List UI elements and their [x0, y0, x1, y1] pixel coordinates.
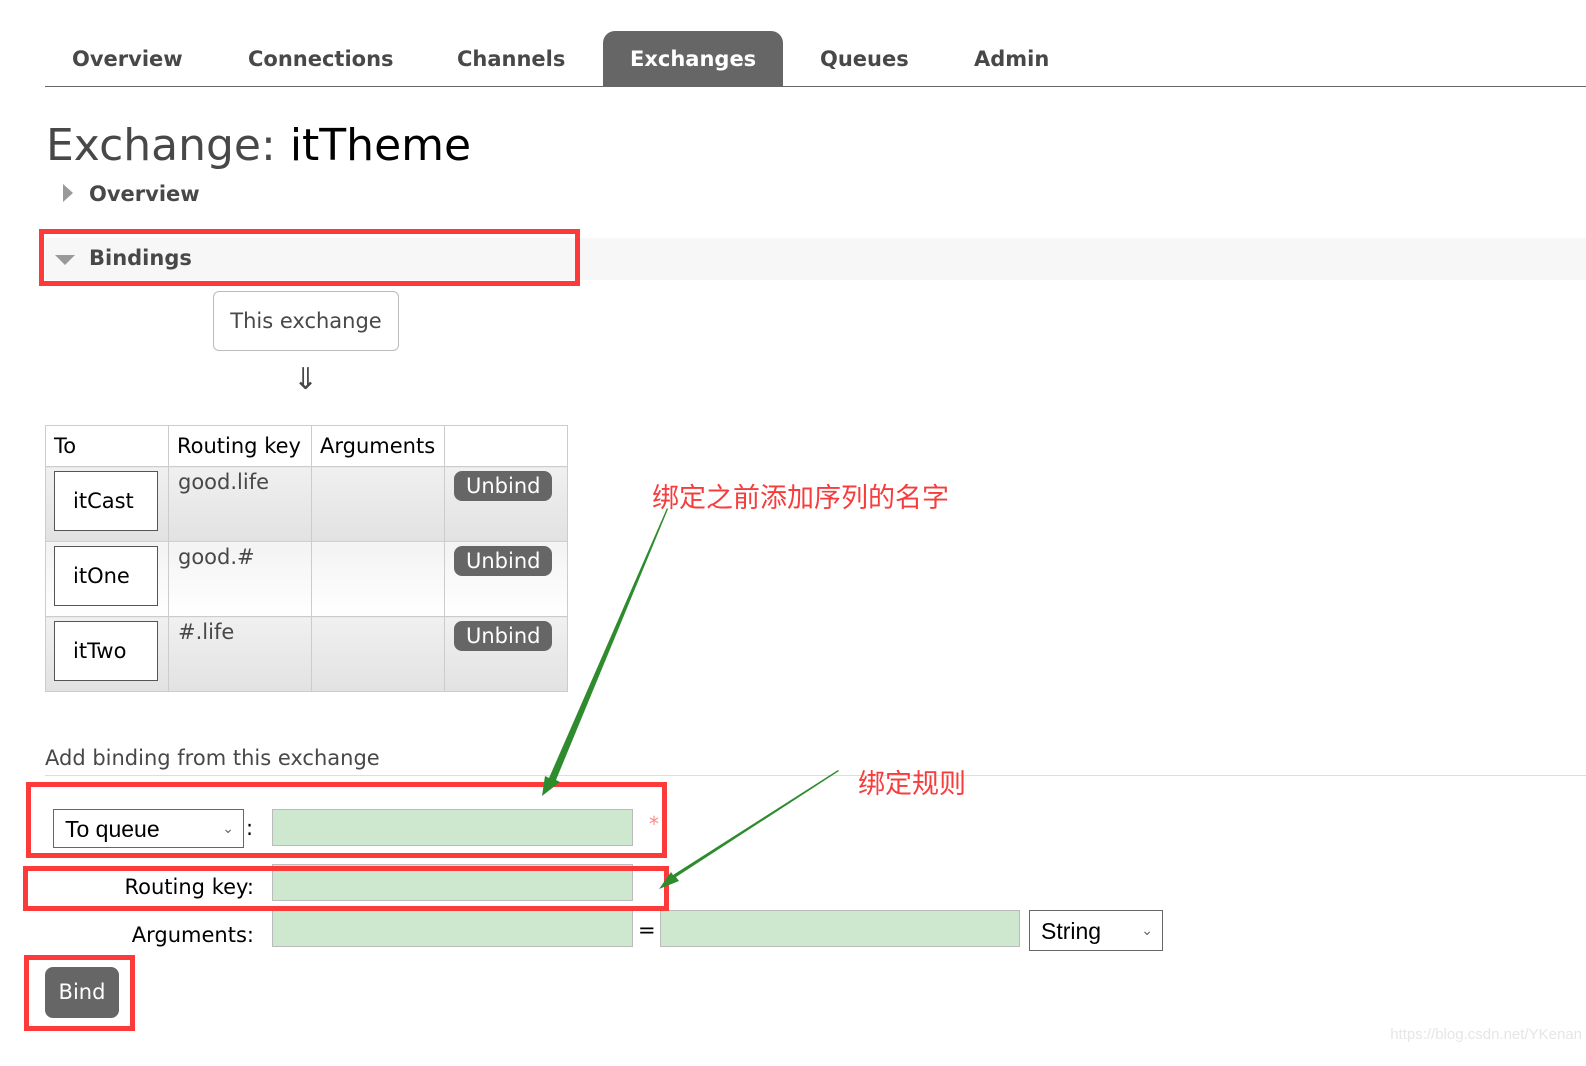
- cell-routing-key: good.life: [168, 466, 312, 542]
- table-row: itTwo #.life Unbind: [45, 616, 568, 692]
- cell-actions: Unbind: [444, 541, 568, 617]
- overview-section-label: Overview: [89, 182, 200, 206]
- cell-routing-key: #.life: [168, 616, 312, 692]
- routing-key-input[interactable]: [272, 864, 633, 901]
- chevron-down-icon: ⌄: [222, 820, 234, 836]
- tab-channels[interactable]: Channels: [430, 31, 592, 86]
- col-header-arguments: Arguments: [311, 425, 445, 467]
- argument-type-select[interactable]: String ⌄: [1029, 910, 1163, 951]
- unbind-button[interactable]: Unbind: [454, 621, 553, 651]
- bindings-table: To Routing key Arguments itCast good.lif…: [45, 425, 568, 692]
- destination-type-value: To queue: [65, 816, 160, 842]
- queue-link[interactable]: itOne: [54, 546, 158, 606]
- routing-key-value: #.life: [178, 620, 235, 644]
- top-nav: Overview Connections Channels Exchanges …: [45, 31, 1586, 87]
- routing-key-label: Routing key:: [124, 875, 255, 899]
- table-row: itOne good.# Unbind: [45, 541, 568, 617]
- unbind-button[interactable]: Unbind: [454, 471, 553, 501]
- col-header-to: To: [45, 425, 169, 467]
- annotation-note-queue-name: 绑定之前添加序列的名字: [652, 483, 949, 514]
- cell-to: itOne: [45, 541, 169, 617]
- col-header-actions: [444, 425, 568, 467]
- tab-queues[interactable]: Queues: [793, 31, 936, 86]
- equals-sign: =: [638, 918, 656, 942]
- cell-to: itCast: [45, 466, 169, 542]
- cell-routing-key: good.#: [168, 541, 312, 617]
- bind-button[interactable]: Bind: [45, 967, 119, 1018]
- cell-arguments: [311, 616, 445, 692]
- bindings-section-label: Bindings: [89, 246, 192, 270]
- argument-value-input[interactable]: [660, 910, 1020, 947]
- queue-link[interactable]: itTwo: [54, 621, 158, 681]
- cell-to: itTwo: [45, 616, 169, 692]
- annotation-note-routing-rule: 绑定规则: [858, 769, 966, 800]
- exchange-name: itTheme: [289, 120, 472, 171]
- routing-key-value: good.life: [178, 470, 270, 494]
- tab-admin[interactable]: Admin: [947, 31, 1076, 86]
- page-title-prefix: Exchange:: [46, 120, 276, 171]
- col-header-routing-key: Routing key: [168, 425, 312, 467]
- tab-exchanges[interactable]: Exchanges: [603, 31, 784, 86]
- destination-colon: :: [246, 816, 254, 840]
- tab-overview[interactable]: Overview: [45, 31, 210, 86]
- bindings-section-toggle[interactable]: Bindings: [45, 244, 545, 274]
- cell-actions: Unbind: [444, 616, 568, 692]
- argument-type-value: String: [1041, 918, 1102, 944]
- required-marker: *: [649, 812, 659, 836]
- cell-arguments: [311, 466, 445, 542]
- add-binding-divider: [45, 775, 1586, 776]
- routing-key-value: good.#: [178, 545, 255, 569]
- add-binding-title: Add binding from this exchange: [45, 746, 380, 770]
- queue-link[interactable]: itCast: [54, 471, 158, 531]
- page-title: Exchange: itTheme: [46, 120, 471, 171]
- caret-right-icon: [63, 184, 73, 202]
- down-arrow-icon: ⇓: [293, 362, 319, 397]
- destination-name-input[interactable]: [272, 809, 633, 846]
- tab-connections[interactable]: Connections: [221, 31, 421, 86]
- table-header-row: To Routing key Arguments: [45, 425, 568, 467]
- destination-type-select[interactable]: To queue ⌄: [53, 809, 244, 848]
- arrow-to-routing-key-icon: [659, 770, 839, 889]
- unbind-button[interactable]: Unbind: [454, 546, 553, 576]
- this-exchange-box: This exchange: [213, 291, 399, 351]
- table-row: itCast good.life Unbind: [45, 466, 568, 542]
- cell-actions: Unbind: [444, 466, 568, 542]
- arguments-label: Arguments:: [131, 923, 254, 947]
- overview-section-toggle[interactable]: Overview: [45, 180, 345, 210]
- cell-arguments: [311, 541, 445, 617]
- argument-key-input[interactable]: [272, 910, 633, 947]
- watermark: https://blog.csdn.net/YKenan: [1390, 1026, 1582, 1043]
- caret-down-icon: [55, 255, 75, 265]
- chevron-down-icon: ⌄: [1141, 922, 1153, 938]
